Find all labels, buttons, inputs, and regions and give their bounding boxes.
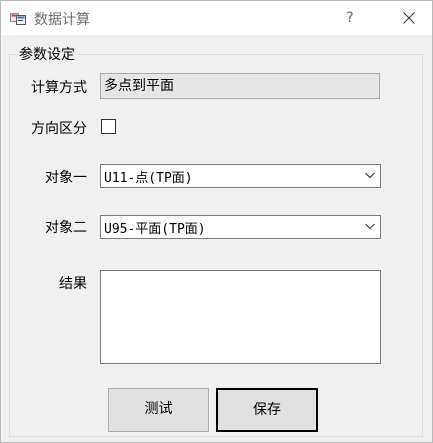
result-label: 结果 bbox=[59, 276, 87, 292]
chevron-down-icon bbox=[365, 223, 375, 230]
object1-label: 对象一 bbox=[45, 170, 87, 186]
close-button[interactable] bbox=[387, 1, 431, 35]
object2-select[interactable]: U95-平面(TP面) bbox=[100, 215, 381, 239]
close-icon bbox=[403, 12, 415, 24]
object1-value: U11-点(TP面) bbox=[104, 171, 193, 186]
window-title: 数据计算 bbox=[34, 12, 90, 28]
object1-select[interactable]: U11-点(TP面) bbox=[100, 164, 381, 188]
group-title: 参数设定 bbox=[17, 44, 77, 64]
object2-label: 对象二 bbox=[45, 220, 87, 236]
result-textarea[interactable] bbox=[100, 270, 381, 364]
chevron-down-icon bbox=[365, 172, 375, 179]
test-button[interactable]: 测试 bbox=[108, 388, 209, 432]
save-button[interactable]: 保存 bbox=[216, 388, 318, 432]
dialog-window: 数据计算 ? 参数设定 计算方式 多点到平面 方向区分 对象一 U11-点(TP… bbox=[0, 0, 433, 443]
calc-method-field: 多点到平面 bbox=[100, 73, 380, 99]
app-window-icon bbox=[10, 10, 26, 26]
title-bar[interactable]: 数据计算 ? bbox=[1, 1, 432, 35]
calc-method-label: 计算方式 bbox=[31, 80, 87, 96]
parameter-group-box bbox=[9, 54, 423, 437]
direction-checkbox[interactable] bbox=[101, 119, 116, 134]
object2-value: U95-平面(TP面) bbox=[104, 222, 206, 237]
direction-label: 方向区分 bbox=[31, 121, 87, 137]
help-button[interactable]: ? bbox=[333, 1, 367, 35]
